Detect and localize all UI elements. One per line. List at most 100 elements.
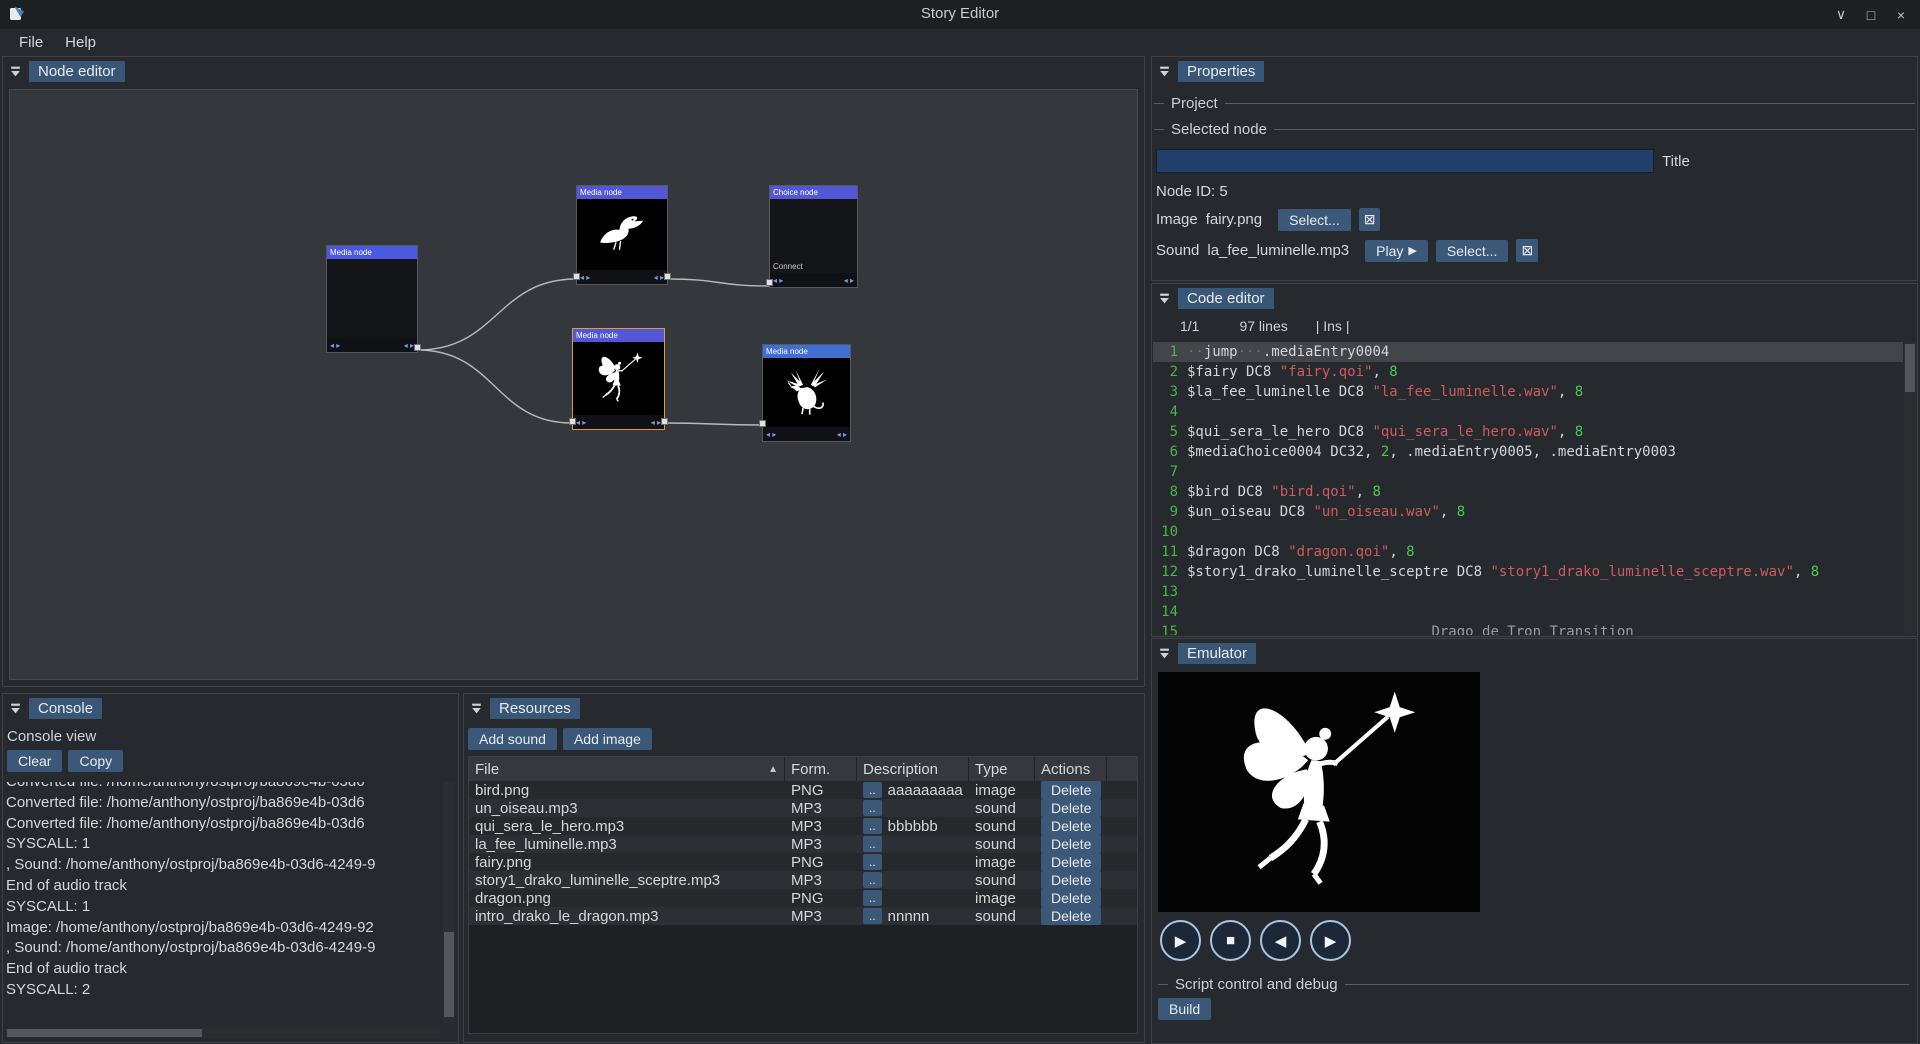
edit-description-button[interactable]: .. — [863, 854, 882, 870]
image-select-button[interactable]: Select... — [1278, 209, 1351, 231]
delete-button[interactable]: Delete — [1041, 907, 1101, 925]
image-clear-button[interactable]: ⊠ — [1359, 208, 1381, 231]
node-arrows-icon[interactable]: ◂ ▸ — [330, 341, 340, 350]
resource-row[interactable]: qui_sera_le_hero.mp3MP3..bbbbbbsoundDele… — [469, 817, 1137, 835]
step-back-button[interactable]: ◀ — [1260, 920, 1301, 961]
tab-properties[interactable]: Properties — [1178, 61, 1264, 82]
resource-row[interactable]: la_fee_luminelle.mp3MP3..soundDelete — [469, 835, 1137, 853]
console-log[interactable]: Converted file: /home/anthony/ostproj/ba… — [6, 782, 440, 1024]
node-bird[interactable]: Media node◂ ▸◂ ▸ — [576, 185, 668, 285]
node-arrows-icon[interactable]: ◂ ▸ — [766, 430, 776, 439]
add-sound-button[interactable]: Add sound — [468, 728, 557, 750]
play-sound-button[interactable]: Play ▶ — [1365, 240, 1428, 262]
node-arrows-icon[interactable]: ◂ ▸ — [580, 273, 590, 282]
node-arrows-icon[interactable]: ◂ ▸ — [844, 276, 854, 285]
delete-button[interactable]: Delete — [1041, 853, 1101, 871]
node-port[interactable] — [759, 420, 766, 427]
res-description-cell: .. — [857, 853, 969, 871]
sound-select-button[interactable]: Select... — [1436, 240, 1509, 262]
delete-button[interactable]: Delete — [1041, 889, 1101, 907]
node-arrows-icon[interactable]: ◂ ▸ — [773, 276, 783, 285]
edit-description-button[interactable]: .. — [863, 836, 882, 852]
shade-button[interactable]: ∨ — [1830, 6, 1852, 23]
node-port[interactable] — [569, 418, 576, 425]
edit-description-button[interactable]: .. — [863, 908, 882, 924]
resource-row[interactable]: dragon.pngPNG..imageDelete — [469, 889, 1137, 907]
resource-row[interactable]: bird.pngPNG..aaaaaaaaaimageDelete — [469, 781, 1137, 799]
sound-clear-button[interactable]: ⊠ — [1516, 239, 1538, 262]
edit-description-button[interactable]: .. — [863, 872, 882, 888]
code-area[interactable]: 1··jump···.mediaEntry00042$fairy DC8 "fa… — [1153, 342, 1903, 635]
tab-emulator[interactable]: Emulator — [1178, 643, 1256, 664]
delete-button[interactable]: Delete — [1041, 781, 1101, 799]
node-arrows-icon[interactable]: ◂ ▸ — [576, 418, 586, 427]
copy-button[interactable]: Copy — [68, 750, 123, 772]
node-intro[interactable]: Media node◂ ▸◂ ▸ — [326, 245, 418, 353]
column-description[interactable]: Description — [857, 757, 969, 781]
console-vertical-scrollbar[interactable] — [443, 782, 455, 1024]
play-button[interactable]: ▶ — [1160, 920, 1201, 961]
node-port[interactable] — [573, 273, 580, 280]
tab-node-editor[interactable]: Node editor — [29, 61, 125, 82]
edit-description-button[interactable]: .. — [863, 800, 882, 816]
column-file[interactable]: File ▲ — [469, 757, 785, 781]
node-dragon[interactable]: Media node◂ ▸◂ ▸ — [762, 344, 851, 442]
delete-button[interactable]: Delete — [1041, 817, 1101, 835]
collapse-icon[interactable] — [1157, 64, 1171, 78]
resource-row[interactable]: intro_drako_le_dragon.mp3MP3..nnnnnsound… — [469, 907, 1137, 925]
node-fairy[interactable]: Media node◂ ▸◂ ▸ — [572, 328, 665, 430]
edit-description-button[interactable]: .. — [863, 818, 882, 834]
node-port[interactable] — [661, 418, 668, 425]
column-format[interactable]: Form. — [785, 757, 857, 781]
add-image-button[interactable]: Add image — [563, 728, 652, 750]
res-description: aaaaaaaaa — [888, 782, 963, 799]
collapse-icon[interactable] — [1157, 291, 1171, 305]
close-button[interactable]: × — [1890, 7, 1912, 23]
node-choice[interactable]: Choice nodeConnect◂ ▸◂ ▸ — [769, 185, 858, 288]
edit-description-button[interactable]: .. — [863, 890, 882, 906]
build-button[interactable]: Build — [1158, 998, 1211, 1020]
node-port[interactable] — [664, 273, 671, 280]
line-count: 97 lines — [1239, 318, 1287, 334]
node-arrows-icon[interactable]: ◂ ▸ — [404, 341, 414, 350]
maximize-button[interactable]: □ — [1860, 7, 1882, 23]
console-horizontal-scrollbar[interactable] — [6, 1028, 440, 1038]
node-arrows-icon[interactable]: ◂ ▸ — [837, 430, 847, 439]
title-input[interactable] — [1156, 149, 1654, 173]
delete-button[interactable]: Delete — [1041, 871, 1101, 889]
scrollbar-thumb[interactable] — [444, 932, 454, 1017]
node-port[interactable] — [766, 279, 773, 286]
resource-row[interactable]: story1_drako_luminelle_sceptre.mp3MP3..s… — [469, 871, 1137, 889]
node-arrows-icon[interactable]: ◂ ▸ — [651, 418, 661, 427]
column-actions[interactable]: Actions — [1035, 757, 1107, 781]
delete-button[interactable]: Delete — [1041, 799, 1101, 817]
group-script-control: Script control and debug — [1158, 976, 1909, 993]
column-format-label: Form. — [791, 761, 830, 778]
console-line: End of audio track — [6, 876, 440, 897]
node-arrows-icon[interactable]: ◂ ▸ — [654, 273, 664, 282]
collapse-icon[interactable] — [469, 701, 483, 715]
menu-help[interactable]: Help — [54, 31, 107, 54]
clear-button[interactable]: Clear — [7, 750, 62, 772]
collapse-icon[interactable] — [8, 701, 22, 715]
node-port[interactable] — [414, 344, 421, 351]
resource-row[interactable]: un_oiseau.mp3MP3..soundDelete — [469, 799, 1137, 817]
column-type[interactable]: Type — [969, 757, 1035, 781]
console-line: Converted file: /home/anthony/ostproj/ba… — [6, 814, 440, 835]
edit-description-button[interactable]: .. — [863, 782, 882, 798]
delete-button[interactable]: Delete — [1041, 835, 1101, 853]
menu-file[interactable]: File — [8, 31, 54, 54]
tab-console[interactable]: Console — [29, 698, 102, 719]
scrollbar-thumb[interactable] — [1905, 344, 1915, 392]
step-forward-button[interactable]: ▶ — [1310, 920, 1351, 961]
node-canvas[interactable]: Media node◂ ▸◂ ▸Media node◂ ▸◂ ▸Choice n… — [9, 89, 1138, 680]
tab-resources[interactable]: Resources — [490, 698, 580, 719]
tab-code-editor[interactable]: Code editor — [1178, 288, 1274, 309]
scrollbar-thumb[interactable] — [7, 1029, 202, 1037]
stop-button[interactable]: ■ — [1210, 920, 1251, 961]
collapse-icon[interactable] — [8, 64, 22, 78]
collapse-icon[interactable] — [1157, 646, 1171, 660]
code-vertical-scrollbar[interactable] — [1904, 342, 1916, 634]
resource-row[interactable]: fairy.pngPNG..imageDelete — [469, 853, 1137, 871]
res-actions-cell: Delete — [1035, 871, 1107, 889]
